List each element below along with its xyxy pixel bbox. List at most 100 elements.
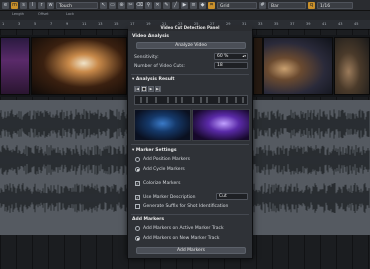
next-icon[interactable]: ▶| [155, 86, 161, 92]
marker-settings-heading[interactable]: ▾ Marker Settings [132, 148, 177, 153]
m-icon[interactable]: m [11, 1, 18, 9]
comp-icon[interactable]: ≡ [190, 1, 197, 9]
active-marker-track-label: Add Markers on Active Marker Track [143, 226, 224, 231]
quantize-select[interactable]: 1/16 [317, 1, 353, 9]
result-preview-thumbnail [192, 109, 250, 141]
grid-type-select[interactable]: Grid [217, 1, 257, 9]
video-thumbnail [263, 37, 333, 95]
zoom-icon[interactable]: ⚲ [145, 1, 152, 9]
transport-controls: |◀ ■ ▶ ▶| [134, 86, 248, 92]
length-label: Length [12, 12, 25, 16]
use-marker-description-label: Use Marker Description [143, 195, 196, 200]
divider [131, 214, 249, 215]
main-toolbar: e m s l r w Touch ↖ ▭ ⊕ ✂ ⌫ ⚲ ✕ ✎ ╱ ▶ ≡ … [0, 0, 370, 11]
erase-icon[interactable]: ⌫ [136, 1, 143, 9]
ruler-tick: 3 [18, 22, 21, 26]
add-position-markers-radio[interactable] [135, 157, 140, 162]
ruler-tick: 11 [82, 22, 87, 26]
ruler-tick: 5 [34, 22, 37, 26]
e-icon[interactable]: e [2, 1, 9, 9]
cut-marks [140, 97, 244, 103]
ruler-tick: 41 [322, 22, 327, 26]
ruler-tick: 37 [290, 22, 295, 26]
color-icon[interactable]: ◆ [199, 1, 206, 9]
add-position-markers-label: Add Position Markers [143, 157, 190, 162]
video-thumbnail [0, 37, 30, 95]
analyze-video-label: Analyze Video [175, 43, 207, 48]
quantize-value: 1/16 [320, 3, 331, 9]
panel-title-bar: Video Cut Detection Panel [128, 25, 252, 31]
glue-icon[interactable]: ⊕ [118, 1, 125, 9]
result-preview-thumbnail [134, 109, 191, 141]
s-icon[interactable]: s [20, 1, 27, 9]
r-icon[interactable]: r [38, 1, 45, 9]
line-icon[interactable]: ╱ [172, 1, 179, 9]
grid-type-value: Grid [220, 3, 230, 9]
add-cycle-markers-label: Add Cycle Markers [143, 167, 185, 172]
grid-icon[interactable]: # [259, 1, 266, 9]
analysis-result-heading[interactable]: ▾ Analysis Result [132, 77, 175, 82]
video-thumbnail [31, 37, 127, 95]
generate-suffix-label: Generate Suffix for Shot Identification [143, 204, 229, 209]
quantize-icon[interactable]: q [308, 1, 315, 9]
ruler-tick: 35 [274, 22, 279, 26]
automation-mode-value: Touch [59, 3, 72, 9]
previous-icon[interactable]: |◀ [134, 86, 140, 92]
split-icon[interactable]: ✂ [127, 1, 134, 9]
add-cycle-markers-radio[interactable] [135, 167, 140, 172]
sensitivity-value: 60 % [217, 54, 229, 59]
video-thumbnail [253, 37, 263, 95]
divider [131, 74, 249, 75]
analyze-video-button[interactable]: Analyze Video [136, 42, 246, 49]
arrow-icon[interactable]: ↖ [100, 1, 107, 9]
grid-unit-value: Bar [271, 3, 279, 9]
video-cuts-field: 18 [214, 62, 248, 69]
add-markers-label: Add Markers [176, 248, 206, 253]
ruler-tick: 1 [2, 22, 5, 26]
marker-settings-title: Marker Settings [135, 148, 177, 153]
video-cuts-label: Number of Video Cuts: [134, 64, 185, 69]
draw-icon[interactable]: ✎ [163, 1, 170, 9]
lock-label: Lock [66, 12, 74, 16]
snap-icon[interactable]: ⌗ [208, 1, 215, 9]
video-cuts-value: 18 [217, 63, 223, 68]
ruler-tick: 15 [114, 22, 119, 26]
analysis-result-title: Analysis Result [135, 77, 175, 82]
video-analysis-heading: Video Analysis [132, 34, 169, 39]
mute-icon[interactable]: ✕ [154, 1, 161, 9]
marker-description-value: Cut [219, 194, 227, 199]
l-icon[interactable]: l [29, 1, 36, 9]
grid-unit-select[interactable]: Bar [268, 1, 306, 9]
ruler-tick: 9 [66, 22, 69, 26]
marker-description-input[interactable]: Cut [216, 193, 248, 200]
new-marker-track-radio[interactable] [135, 236, 140, 241]
sensitivity-label: Sensitivity: [134, 55, 159, 60]
range-icon[interactable]: ▭ [109, 1, 116, 9]
automation-mode-select[interactable]: Touch [56, 1, 98, 9]
stepper-icon[interactable]: ▴▾ [242, 54, 246, 59]
ruler-tick: 43 [338, 22, 343, 26]
ruler-tick: 39 [306, 22, 311, 26]
new-marker-track-label: Add Markers on New Marker Track [143, 236, 220, 241]
ruler-tick: 33 [258, 22, 263, 26]
video-thumbnail [334, 37, 370, 95]
cut-timeline[interactable] [134, 95, 248, 105]
active-marker-track-radio[interactable] [135, 226, 140, 231]
stop-icon[interactable]: ■ [141, 86, 147, 92]
add-markers-heading: Add Markers [132, 217, 165, 222]
w-icon[interactable]: w [47, 1, 54, 9]
ruler-tick: 45 [354, 22, 359, 26]
sensitivity-field[interactable]: 60 % ▴▾ [214, 53, 248, 60]
play-icon[interactable]: ▶ [181, 1, 188, 9]
generate-suffix-checkbox[interactable] [135, 204, 140, 209]
divider [131, 144, 249, 145]
ruler-tick: 13 [98, 22, 103, 26]
play-icon[interactable]: ▶ [148, 86, 154, 92]
video-cut-detection-panel: Video Cut Detection Panel Video Analysis… [127, 25, 253, 259]
add-markers-button[interactable]: Add Markers [136, 247, 246, 254]
panel-title: Video Cut Detection Panel [160, 25, 220, 30]
offset-label: Offset [38, 12, 49, 16]
colorize-markers-label: Colorize Markers [143, 181, 181, 186]
colorize-markers-checkbox[interactable]: ✓ [135, 181, 140, 186]
use-marker-description-checkbox[interactable]: ✓ [135, 195, 140, 200]
